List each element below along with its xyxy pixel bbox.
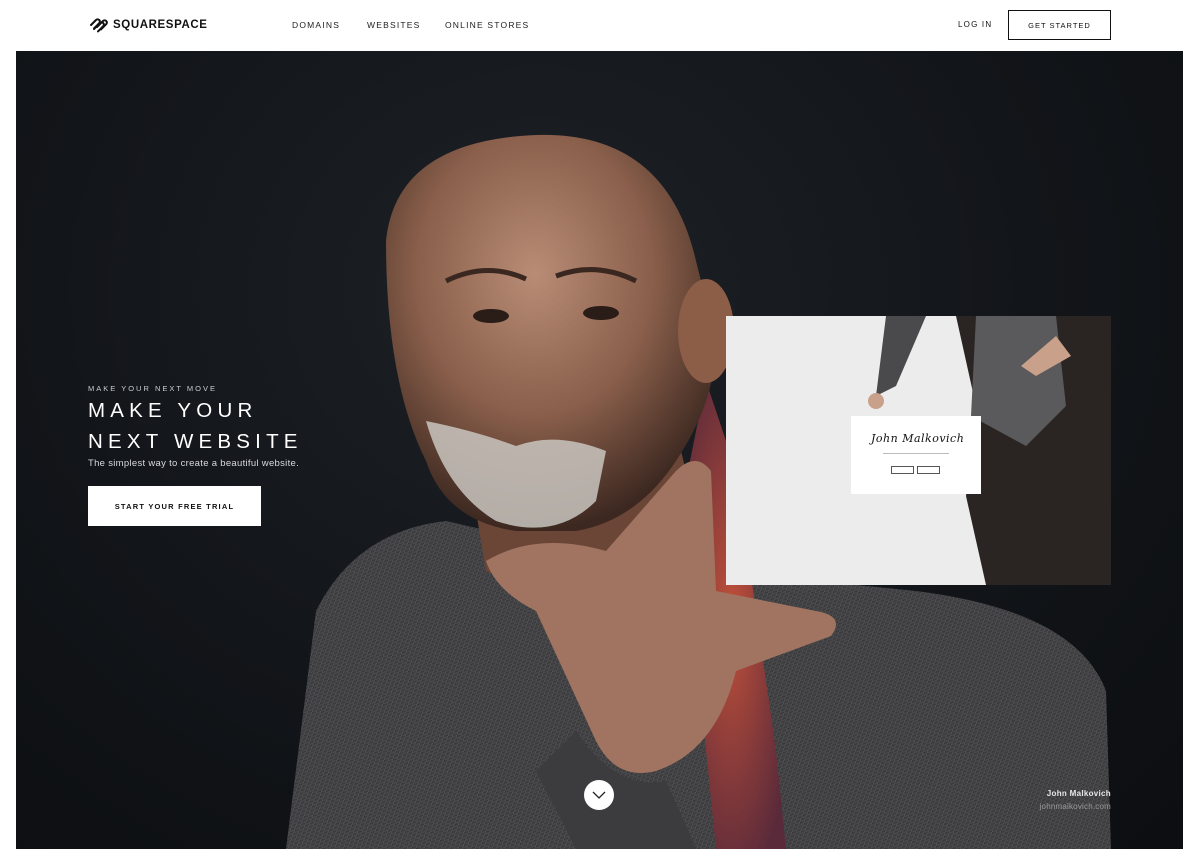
preview-mini-button — [891, 466, 914, 474]
website-preview-card: John Malkovich — [726, 316, 1111, 585]
preview-signature-card: John Malkovich — [851, 416, 981, 494]
preview-buttons — [891, 466, 940, 474]
preview-signature: John Malkovich — [871, 432, 965, 445]
hero-headline-line-2: NEXT WEBSITE — [88, 430, 303, 453]
start-free-trial-button[interactable]: START YOUR FREE TRIAL — [88, 486, 261, 526]
photo-credit-url[interactable]: johnmalkovich.com — [1040, 802, 1111, 811]
brand-name: SQUARESPACE — [113, 19, 208, 31]
hero-headline-line-1: MAKE YOUR — [88, 399, 258, 422]
nav-item-websites[interactable]: WEBSITES — [367, 20, 421, 30]
scroll-down-button[interactable] — [584, 780, 614, 810]
top-navigation: SQUARESPACE DOMAINS WEBSITES ONLINE STOR… — [0, 0, 1200, 51]
squarespace-logo-icon — [90, 18, 108, 33]
hero-section: MAKE YOUR NEXT MOVE MAKE YOUR NEXT WEBSI… — [16, 51, 1183, 849]
get-started-button[interactable]: GET STARTED — [1008, 10, 1111, 40]
nav-item-online-stores[interactable]: ONLINE STORES — [445, 20, 529, 30]
hero-subtitle: The simplest way to create a beautiful w… — [88, 458, 300, 469]
chevron-down-icon — [592, 791, 606, 799]
preview-mini-button — [917, 466, 940, 474]
preview-divider — [883, 453, 949, 454]
photo-credit-name: John Malkovich — [1046, 789, 1111, 798]
nav-item-domains[interactable]: DOMAINS — [292, 20, 340, 30]
hero-eyebrow: MAKE YOUR NEXT MOVE — [88, 384, 217, 393]
brand-logo[interactable]: SQUARESPACE — [88, 16, 208, 34]
hero-headline: MAKE YOUR NEXT WEBSITE — [88, 395, 303, 457]
login-link[interactable]: LOG IN — [958, 20, 992, 29]
